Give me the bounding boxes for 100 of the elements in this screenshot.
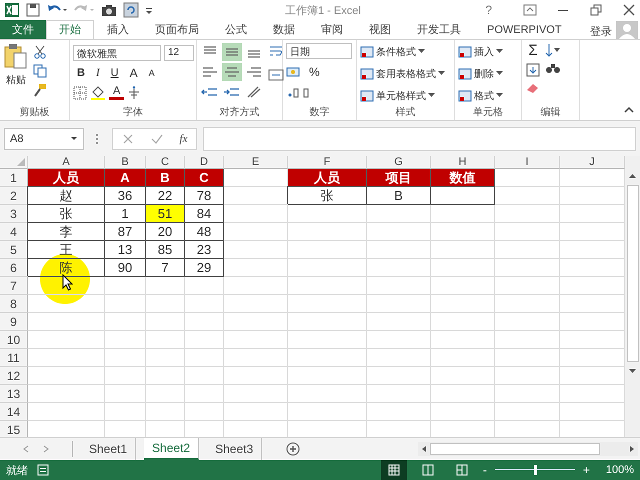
- sign-in-link[interactable]: 登录: [590, 24, 612, 39]
- paste-label[interactable]: 粘贴: [6, 72, 26, 87]
- macro-record-icon[interactable]: [36, 463, 50, 477]
- empty-cell: [495, 367, 560, 386]
- insert-function-button[interactable]: fx: [180, 132, 188, 145]
- shrink-font-button[interactable]: A: [144, 68, 159, 78]
- add-sheet-icon[interactable]: [286, 442, 300, 456]
- row-header[interactable]: 1: [0, 169, 28, 188]
- ribbon-command[interactable]: 插入: [458, 42, 503, 61]
- ribbon-tab[interactable]: 开始: [46, 20, 94, 39]
- row-header[interactable]: 4: [0, 223, 28, 242]
- caret-icon[interactable]: [70, 136, 78, 142]
- column-header[interactable]: A: [28, 156, 105, 170]
- column-header[interactable]: D: [185, 156, 224, 170]
- row-header[interactable]: 3: [0, 205, 28, 224]
- file-tab[interactable]: 文件: [0, 20, 46, 39]
- currency-icon[interactable]: [286, 64, 302, 79]
- ribbon-tab[interactable]: 开发工具: [404, 20, 474, 39]
- name-box[interactable]: A8: [4, 128, 84, 150]
- scroll-thumb[interactable]: [430, 443, 600, 455]
- grow-font-button[interactable]: A: [126, 66, 142, 80]
- zoom-in-button[interactable]: +: [582, 463, 590, 477]
- ribbon-tab[interactable]: 数据: [260, 20, 308, 39]
- ribbon-tab[interactable]: 页面布局: [142, 20, 212, 39]
- sheet-tab[interactable]: Sheet2: [144, 438, 200, 460]
- font-color-button[interactable]: A: [109, 86, 124, 100]
- ribbon-command[interactable]: 格式: [458, 86, 503, 105]
- zoom-thumb[interactable]: [534, 465, 537, 475]
- ribbon-command[interactable]: 套用表格格式: [360, 64, 445, 83]
- font-style-button[interactable]: I: [92, 66, 104, 79]
- restore-icon[interactable]: [589, 4, 603, 16]
- row-header[interactable]: 13: [0, 385, 28, 404]
- column-header[interactable]: F: [288, 156, 367, 170]
- merge-icon[interactable]: [268, 66, 284, 83]
- font-style-button[interactable]: U: [106, 66, 123, 79]
- align-button[interactable]: [222, 42, 242, 61]
- row-header[interactable]: 9: [0, 313, 28, 332]
- ribbon-tab[interactable]: 插入: [94, 20, 142, 39]
- header-cell: A: [105, 169, 146, 188]
- zoom-slider[interactable]: [494, 464, 575, 476]
- row-header[interactable]: 8: [0, 295, 28, 314]
- percent-button[interactable]: %: [305, 64, 324, 79]
- vertical-scrollbar[interactable]: [625, 156, 640, 437]
- font-size-field[interactable]: 12: [164, 44, 194, 61]
- ribbon-command[interactable]: 单元格样式: [360, 86, 445, 105]
- empty-cell: [495, 385, 560, 404]
- empty-cell: [105, 385, 146, 404]
- ribbon-command[interactable]: 删除: [458, 64, 503, 83]
- ribbon-display-icon[interactable]: [523, 4, 537, 16]
- save-icon[interactable]: [25, 2, 41, 18]
- row-header[interactable]: 12: [0, 367, 28, 386]
- row-header[interactable]: 5: [0, 241, 28, 260]
- row-header[interactable]: 15: [0, 421, 28, 437]
- row-header[interactable]: 7: [0, 277, 28, 296]
- format-painter-icon[interactable]: [33, 82, 47, 97]
- formula-input[interactable]: [203, 126, 636, 151]
- column-header[interactable]: J: [560, 156, 625, 170]
- copy-icon[interactable]: [33, 64, 47, 78]
- fill-down-icon[interactable]: [525, 62, 541, 77]
- scroll-thumb[interactable]: [626, 185, 638, 362]
- row-header[interactable]: 11: [0, 349, 28, 368]
- zoom-out-button[interactable]: -: [482, 463, 487, 477]
- phonetic-icon[interactable]: [127, 86, 142, 100]
- number-format-field[interactable]: 日期: [286, 42, 352, 59]
- help-button[interactable]: ?: [485, 2, 492, 17]
- row-header[interactable]: 2: [0, 187, 28, 206]
- column-header[interactable]: C: [146, 156, 185, 170]
- column-header[interactable]: B: [105, 156, 146, 170]
- column-header[interactable]: G: [367, 156, 431, 170]
- column-header[interactable]: E: [224, 156, 288, 170]
- column-header[interactable]: H: [431, 156, 495, 170]
- refresh-icon[interactable]: [123, 2, 139, 18]
- horizontal-scrollbar[interactable]: [418, 442, 638, 456]
- close-icon[interactable]: [622, 4, 636, 16]
- ribbon-tab[interactable]: 视图: [356, 20, 404, 39]
- normal-view-button[interactable]: [380, 460, 407, 480]
- font-style-button[interactable]: B: [73, 66, 89, 79]
- ribbon-command[interactable]: 条件格式: [360, 42, 445, 61]
- collapse-ribbon-icon[interactable]: [624, 106, 634, 114]
- row-header[interactable]: 10: [0, 331, 28, 350]
- row-header[interactable]: 6: [0, 259, 28, 278]
- borders-icon[interactable]: [73, 86, 87, 100]
- font-name-field[interactable]: 微软雅黑: [73, 44, 161, 61]
- zoom-level[interactable]: 100%: [606, 464, 634, 476]
- fill-bucket-icon[interactable]: [90, 86, 106, 100]
- excel-logo-icon[interactable]: [4, 2, 20, 18]
- table-cell: B: [367, 187, 431, 206]
- ribbon-tab[interactable]: POWERPIVOT: [474, 20, 575, 39]
- ribbon-tab[interactable]: 审阅: [308, 20, 356, 39]
- ribbon-tab[interactable]: 公式: [212, 20, 260, 39]
- sort-icon[interactable]: [545, 42, 561, 57]
- empty-cell: [367, 313, 431, 332]
- clipboard-icon[interactable]: [3, 42, 29, 71]
- row-header[interactable]: 14: [0, 403, 28, 422]
- scissors-icon[interactable]: [33, 44, 47, 59]
- autosum-button[interactable]: Σ: [525, 42, 541, 59]
- align-button[interactable]: [222, 62, 242, 81]
- column-header[interactable]: I: [495, 156, 560, 170]
- window-title: 工作簿1 - Excel: [285, 4, 361, 18]
- group-label: 字体: [122, 106, 144, 120]
